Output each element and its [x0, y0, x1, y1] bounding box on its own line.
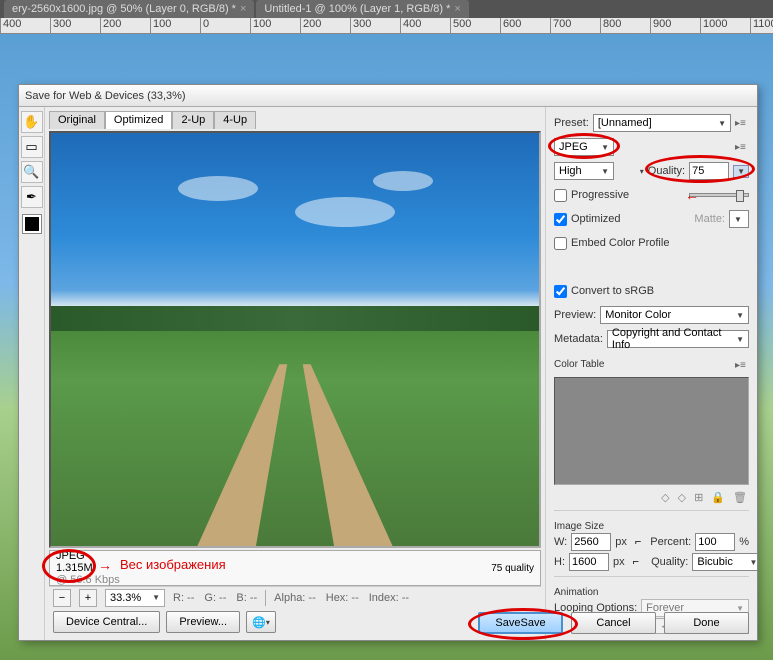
tab-optimized[interactable]: Optimized — [105, 111, 173, 129]
tab-4up[interactable]: 4-Up — [214, 111, 256, 129]
close-icon[interactable]: × — [454, 3, 460, 15]
zoom-in-button[interactable]: + — [79, 589, 97, 607]
zoom-out-button[interactable]: − — [53, 589, 71, 607]
convert-srgb-checkbox[interactable] — [554, 285, 567, 298]
resample-select[interactable]: Bicubic▼ — [692, 553, 757, 571]
annotation-weight: Вес изображения — [120, 557, 226, 572]
cancel-button[interactable]: Cancel — [571, 612, 656, 634]
ct-icon[interactable]: ⊞ — [694, 491, 703, 504]
height-input[interactable] — [569, 553, 609, 571]
menu-icon[interactable]: ▸≡ — [735, 360, 749, 371]
device-central-button[interactable]: Device Central... — [53, 611, 160, 633]
document-tab-1[interactable]: ery-2560x1600.jpg @ 50% (Layer 0, RGB/8)… — [4, 0, 254, 18]
save-button[interactable]: SaveSave — [478, 612, 563, 634]
tab-original[interactable]: Original — [49, 111, 105, 129]
info-speed: @ 56.6 Kbps — [56, 574, 120, 586]
quality-preset-select[interactable]: High▼ — [554, 162, 614, 180]
dialog-title-bar[interactable]: Save for Web & Devices (33,3%) — [19, 85, 757, 107]
ct-icon[interactable]: ◇ — [678, 491, 686, 504]
tool-column: ✋ ▭ 🔍 ✒ — [19, 107, 45, 640]
preview-select[interactable]: Monitor Color▼ — [600, 306, 749, 324]
color-swatch[interactable] — [23, 215, 41, 233]
menu-icon[interactable]: ▸≡ — [735, 142, 749, 153]
quality-input[interactable] — [689, 162, 729, 180]
color-table-label: Color Table — [554, 359, 749, 370]
embed-profile-checkbox[interactable] — [554, 237, 567, 250]
progressive-checkbox[interactable] — [554, 189, 567, 202]
horizontal-ruler: 4003002001000100200300400500600700800900… — [0, 18, 773, 34]
format-select[interactable]: JPEG▼ — [554, 138, 614, 156]
preset-select[interactable]: [Unnamed]▼ — [593, 114, 731, 132]
menu-icon[interactable]: ▸≡ — [735, 118, 749, 129]
info-quality: 75 quality — [491, 563, 534, 574]
hand-tool[interactable]: ✋ — [21, 111, 43, 133]
lock-icon[interactable]: 🔒 — [711, 491, 725, 504]
info-size: 1.315M — [56, 562, 120, 574]
slice-tool[interactable]: ▭ — [21, 136, 43, 158]
quality-dropdown-icon[interactable]: ▼ — [733, 165, 749, 178]
percent-input[interactable] — [695, 533, 735, 551]
width-input[interactable] — [571, 533, 611, 551]
preset-label: Preset: — [554, 117, 589, 129]
quality-slider[interactable] — [689, 193, 749, 197]
info-format: JPEG — [56, 550, 120, 562]
browser-preview-button[interactable]: 🌐▾ — [246, 611, 276, 633]
preview-button[interactable]: Preview... — [166, 611, 240, 633]
dialog-title: Save for Web & Devices (33,3%) — [25, 90, 186, 102]
ct-icon[interactable]: ◇ — [661, 491, 669, 504]
quality-label: Quality: — [648, 165, 685, 177]
done-button[interactable]: Done — [664, 612, 749, 634]
tab-2up[interactable]: 2-Up — [172, 111, 214, 129]
document-tab-2[interactable]: Untitled-1 @ 100% (Layer 1, RGB/8) *× — [256, 0, 468, 18]
trash-icon[interactable]: 🗑 — [733, 491, 747, 504]
close-icon[interactable]: × — [240, 3, 246, 15]
zoom-select[interactable]: 33.3%▼ — [105, 589, 165, 607]
optimized-checkbox[interactable] — [554, 213, 567, 226]
metadata-select[interactable]: Copyright and Contact Info▼ — [607, 330, 749, 348]
matte-select[interactable]: ▼ — [729, 210, 749, 228]
save-for-web-dialog: Save for Web & Devices (33,3%) ✋ ▭ 🔍 ✒ O… — [18, 84, 758, 641]
color-table — [554, 377, 749, 485]
zoom-tool[interactable]: 🔍 — [21, 161, 43, 183]
preview-area[interactable] — [49, 131, 541, 548]
preview-info-bar: JPEG 1.315M @ 56.6 Kbps 75 quality → Вес… — [49, 550, 541, 586]
eyedropper-tool[interactable]: ✒ — [21, 186, 43, 208]
